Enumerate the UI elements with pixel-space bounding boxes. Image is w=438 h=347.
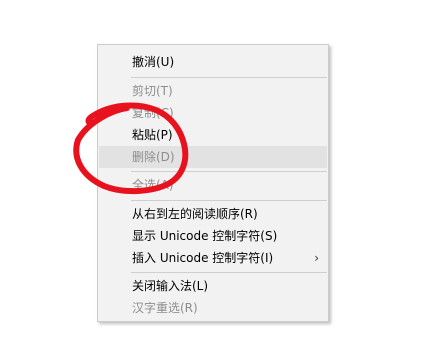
menu-item-undo[interactable]: 撤消(U) bbox=[99, 51, 327, 73]
menu-item-label: 汉字重选(R) bbox=[132, 301, 198, 315]
menu-item-label: 从右到左的阅读顺序(R) bbox=[132, 207, 258, 221]
menu-item-reconversion[interactable]: 汉字重选(R) bbox=[99, 297, 327, 319]
menu-item-cut[interactable]: 剪切(T) bbox=[99, 80, 327, 102]
menu-item-paste[interactable]: 粘贴(P) bbox=[99, 124, 327, 146]
menu-item-select-all[interactable]: 全选(A) bbox=[99, 174, 327, 196]
menu-item-show-unicode-control[interactable]: 显示 Unicode 控制字符(S) bbox=[99, 225, 327, 247]
menu-separator bbox=[131, 77, 327, 78]
menu-item-label: 粘贴(P) bbox=[132, 128, 173, 142]
chevron-right-icon: › bbox=[314, 251, 319, 265]
menu-item-label: 复制(C) bbox=[132, 106, 174, 120]
menu-item-label: 剪切(T) bbox=[132, 84, 173, 98]
menu-item-copy[interactable]: 复制(C) bbox=[99, 102, 327, 124]
menu-item-label: 全选(A) bbox=[132, 178, 174, 192]
menu-item-delete[interactable]: 删除(D) bbox=[99, 146, 327, 168]
context-menu: 撤消(U) 剪切(T) 复制(C) 粘贴(P) 删除(D) 全选(A) 从右到左… bbox=[97, 44, 329, 322]
menu-item-label: 关闭输入法(L) bbox=[132, 279, 209, 293]
menu-item-label: 插入 Unicode 控制字符(I) bbox=[132, 251, 274, 265]
menu-item-insert-unicode-control[interactable]: 插入 Unicode 控制字符(I) › bbox=[99, 247, 327, 269]
menu-item-rtl-reading-order[interactable]: 从右到左的阅读顺序(R) bbox=[99, 203, 327, 225]
menu-separator bbox=[131, 272, 327, 273]
menu-item-label: 显示 Unicode 控制字符(S) bbox=[132, 229, 278, 243]
screen: 撤消(U) 剪切(T) 复制(C) 粘贴(P) 删除(D) 全选(A) 从右到左… bbox=[0, 0, 438, 347]
menu-separator bbox=[131, 171, 327, 172]
menu-item-label: 撤消(U) bbox=[132, 55, 175, 69]
menu-separator bbox=[131, 200, 327, 201]
menu-item-close-ime[interactable]: 关闭输入法(L) bbox=[99, 275, 327, 297]
menu-item-label: 删除(D) bbox=[132, 150, 175, 164]
